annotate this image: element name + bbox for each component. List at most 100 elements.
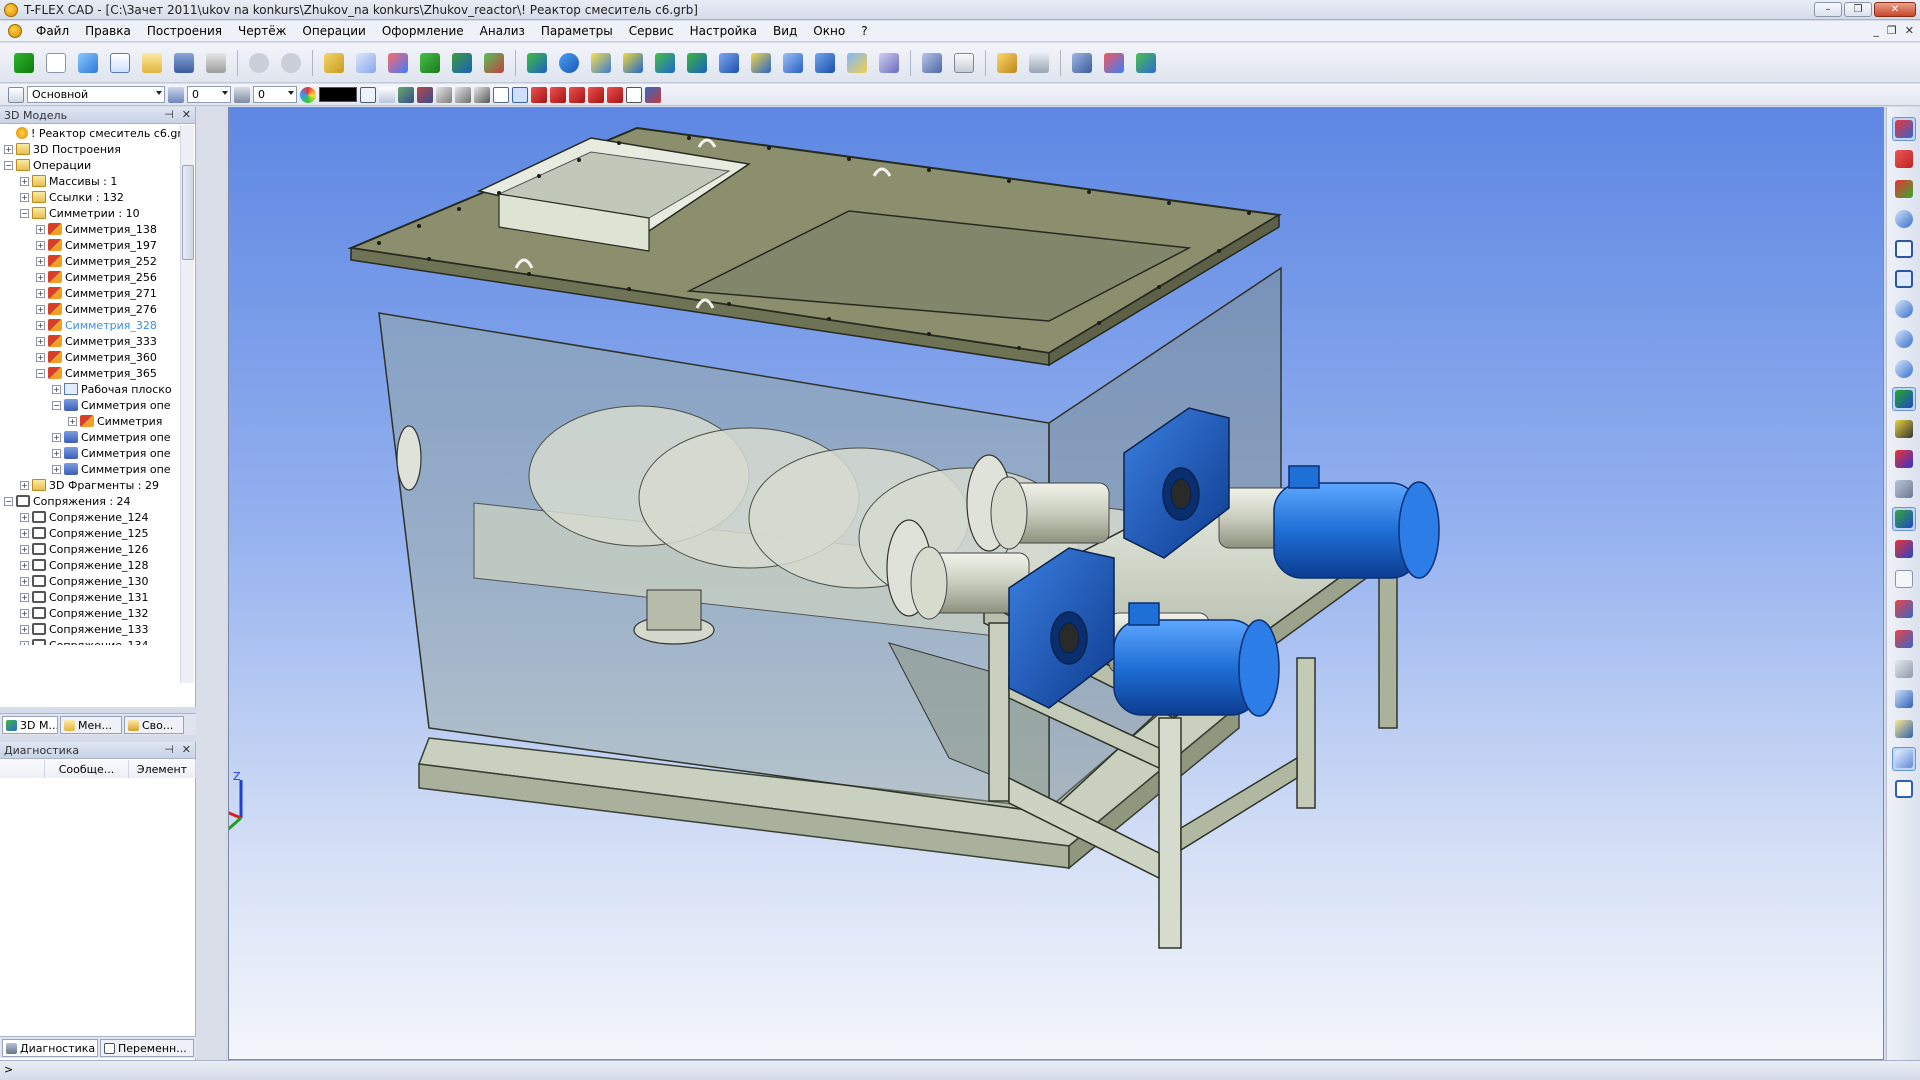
expand-toggle[interactable]: +: [20, 192, 29, 202]
tree-item[interactable]: + Сопряжение_134: [0, 637, 180, 645]
path-button[interactable]: [480, 49, 508, 77]
pan-button[interactable]: [1892, 417, 1916, 441]
node-button[interactable]: [448, 49, 476, 77]
expand-toggle[interactable]: +: [20, 544, 29, 554]
snap-off-icon[interactable]: [417, 86, 433, 103]
expand-toggle[interactable]: +: [20, 560, 29, 570]
lcs-button[interactable]: [384, 49, 412, 77]
extrude-button[interactable]: [523, 49, 551, 77]
tree-item[interactable]: + Массивы : 1: [0, 173, 180, 189]
loft-button[interactable]: [587, 49, 615, 77]
menu-parameters[interactable]: Параметры: [533, 22, 621, 41]
tab-menu[interactable]: Мен...: [60, 716, 122, 734]
calculator-button[interactable]: [1025, 49, 1053, 77]
layer-select[interactable]: Основной: [27, 86, 165, 103]
link-button[interactable]: [1068, 49, 1096, 77]
tree-item[interactable]: + Симметрия опе: [0, 445, 180, 461]
confirm-button[interactable]: [10, 49, 38, 77]
select-icon[interactable]: [379, 86, 395, 103]
frame-active-icon[interactable]: [512, 86, 528, 103]
red-mode-3-icon[interactable]: [569, 86, 585, 103]
menu-file[interactable]: Файл: [28, 22, 77, 41]
scrollbar-thumb[interactable]: [182, 165, 194, 260]
profile-button[interactable]: [416, 49, 444, 77]
redo-button[interactable]: [277, 49, 305, 77]
tree-item[interactable]: + Рабочая плоско: [0, 381, 180, 397]
tab-diagnostics[interactable]: Диагностика: [2, 1039, 98, 1057]
color-swatch[interactable]: [319, 87, 357, 102]
boolean-button[interactable]: [651, 49, 679, 77]
fragment-button[interactable]: [1132, 49, 1160, 77]
expand-toggle[interactable]: +: [36, 288, 45, 298]
section-view-button[interactable]: [1892, 657, 1916, 681]
mdi-restore-button[interactable]: ❐: [1887, 24, 1897, 37]
tree-item[interactable]: + Ссылки : 132: [0, 189, 180, 205]
filter-icon[interactable]: [360, 86, 376, 103]
column-header-type[interactable]: [0, 760, 45, 778]
snap-icon[interactable]: [398, 86, 414, 103]
shaded-edges-button[interactable]: [1892, 717, 1916, 741]
expand-toggle[interactable]: +: [36, 336, 45, 346]
expand-toggle[interactable]: +: [20, 176, 29, 186]
shell-button[interactable]: [747, 49, 775, 77]
close-icon[interactable]: ✕: [182, 108, 191, 121]
close-icon[interactable]: ✕: [182, 743, 191, 756]
spin-button[interactable]: [1892, 447, 1916, 471]
splitter[interactable]: [196, 107, 226, 1060]
orbit-button[interactable]: [1892, 477, 1916, 501]
menu-help[interactable]: ?: [853, 22, 875, 41]
copy-view-button[interactable]: [1892, 567, 1916, 591]
doc-page-icon[interactable]: [626, 86, 642, 103]
tree-item[interactable]: + Симметрия_360: [0, 349, 180, 365]
expand-toggle[interactable]: +: [4, 144, 13, 154]
zoom-all-button[interactable]: [1892, 267, 1916, 291]
section-button[interactable]: [918, 49, 946, 77]
expand-toggle[interactable]: +: [20, 512, 29, 522]
tree-item[interactable]: + Сопряжение_132: [0, 605, 180, 621]
expand-toggle[interactable]: +: [52, 384, 61, 394]
tree-item[interactable]: − Симметрии : 10: [0, 205, 180, 221]
red-mode-icon[interactable]: [531, 86, 547, 103]
tree-item[interactable]: + Симметрия_328: [0, 317, 180, 333]
workplane-button[interactable]: [352, 49, 380, 77]
tree-item[interactable]: − Сопряжения : 24: [0, 493, 180, 509]
zoom-prev-button[interactable]: [1892, 357, 1916, 381]
new-3d-button[interactable]: [74, 49, 102, 77]
menu-annotation[interactable]: Оформление: [374, 22, 472, 41]
3d-viewport[interactable]: Z X: [228, 107, 1884, 1060]
menu-window[interactable]: Окно: [805, 22, 853, 41]
expand-toggle[interactable]: +: [36, 304, 45, 314]
walk-button[interactable]: [1891, 507, 1916, 531]
rotate-button[interactable]: [555, 49, 583, 77]
menu-edit[interactable]: Правка: [77, 22, 139, 41]
expand-toggle[interactable]: +: [20, 640, 29, 645]
expand-toggle[interactable]: −: [36, 368, 45, 378]
expand-toggle[interactable]: −: [4, 496, 13, 506]
expand-toggle[interactable]: −: [20, 208, 29, 218]
minimize-button[interactable]: –: [1814, 2, 1842, 17]
tree-item[interactable]: + Сопряжение_128: [0, 557, 180, 573]
tree-item[interactable]: + Симметрия_138: [0, 221, 180, 237]
open-button[interactable]: [138, 49, 166, 77]
expand-toggle[interactable]: −: [4, 160, 13, 170]
expand-toggle[interactable]: +: [20, 608, 29, 618]
ortho-icon[interactable]: [436, 86, 452, 103]
expand-toggle[interactable]: +: [52, 464, 61, 474]
magnet-off-button[interactable]: [1892, 177, 1916, 201]
tree-item[interactable]: + Симметрия_276: [0, 301, 180, 317]
menu-draw[interactable]: Чертёж: [230, 22, 294, 41]
rotate-view-button[interactable]: [1891, 387, 1916, 411]
expand-toggle[interactable]: +: [20, 592, 29, 602]
expand-toggle[interactable]: +: [20, 528, 29, 538]
sheet-metal-button[interactable]: [811, 49, 839, 77]
expand-toggle[interactable]: +: [36, 320, 45, 330]
red-mode-2-icon[interactable]: [550, 86, 566, 103]
expand-toggle[interactable]: −: [52, 400, 61, 410]
wireframe-button[interactable]: [1892, 777, 1916, 801]
color-palette-icon[interactable]: [300, 86, 316, 103]
surface-button[interactable]: [875, 49, 903, 77]
body-button[interactable]: [843, 49, 871, 77]
zoom-window-button[interactable]: [1892, 207, 1916, 231]
zoom-fit-button[interactable]: [1892, 237, 1916, 261]
expand-toggle[interactable]: +: [36, 256, 45, 266]
